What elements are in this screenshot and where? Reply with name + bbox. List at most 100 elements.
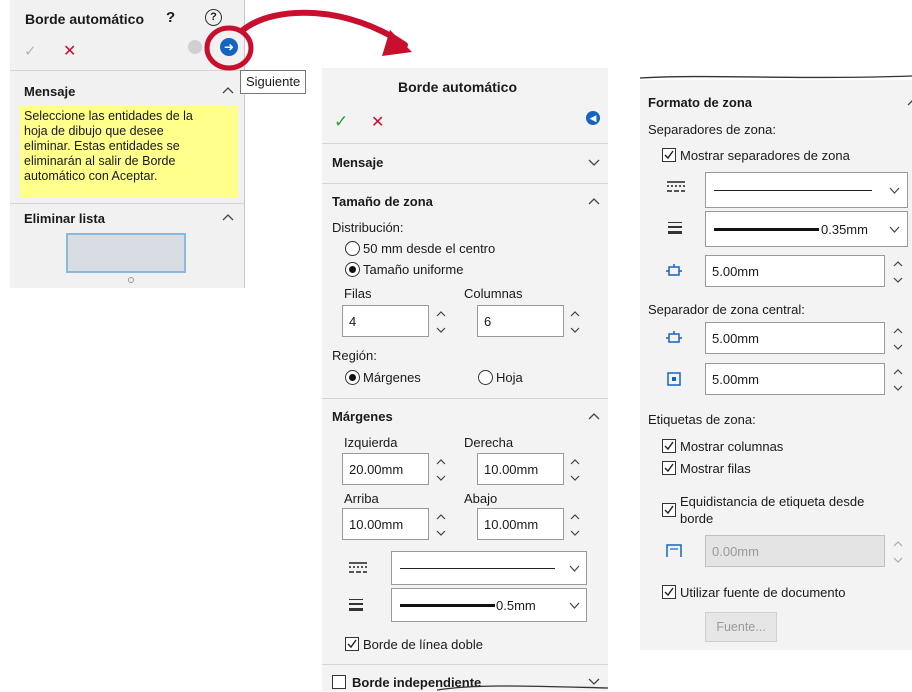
checkbox-label: Mostrar columnas bbox=[680, 439, 784, 454]
radio-margenes[interactable] bbox=[345, 370, 360, 385]
central-stepper-2[interactable] bbox=[891, 365, 905, 395]
central-value: 5.00mm bbox=[712, 330, 759, 346]
equidistancia-checkbox[interactable] bbox=[662, 503, 676, 517]
message-line: hoja de dibujo que desee bbox=[24, 124, 164, 138]
checkbox-label: Borde de línea doble bbox=[363, 637, 483, 652]
columnas-input[interactable]: 6 bbox=[477, 305, 564, 337]
columnas-label: Columnas bbox=[464, 286, 523, 301]
eliminar-lista-header[interactable]: Eliminar lista bbox=[24, 211, 105, 226]
mostrar-separadores-checkbox[interactable] bbox=[662, 148, 676, 162]
separator-size-input[interactable]: 5.00mm bbox=[705, 255, 885, 287]
radio-label: Márgenes bbox=[363, 370, 421, 385]
central-zone-icon bbox=[667, 372, 681, 386]
panel-title: Borde automático bbox=[398, 79, 518, 95]
arriba-input[interactable]: 10.00mm bbox=[342, 508, 429, 540]
derecha-stepper[interactable] bbox=[568, 455, 582, 485]
borde-independiente-checkbox[interactable] bbox=[332, 675, 346, 689]
delete-list-box[interactable] bbox=[66, 233, 186, 273]
region-label: Región: bbox=[332, 348, 377, 363]
line-weight-dropdown[interactable]: 0.5mm bbox=[391, 588, 587, 622]
derecha-input[interactable]: 10.00mm bbox=[477, 453, 564, 485]
radio-label: Hoja bbox=[496, 370, 523, 385]
izquierda-label: Izquierda bbox=[344, 435, 398, 450]
line-style-dropdown[interactable] bbox=[391, 551, 587, 585]
derecha-label: Derecha bbox=[464, 435, 514, 450]
checkbox-label: Utilizar fuente de documento bbox=[680, 585, 846, 600]
line-weight-icon bbox=[349, 599, 363, 611]
borde-doble-checkbox[interactable] bbox=[345, 637, 359, 651]
checkbox-label: borde bbox=[680, 511, 714, 526]
distribucion-label: Distribución: bbox=[332, 220, 404, 235]
cancel-x-icon[interactable]: ✕ bbox=[371, 112, 384, 132]
radio-hoja[interactable] bbox=[478, 370, 493, 385]
line-weight-value: 0.35mm bbox=[821, 222, 868, 237]
label-offset-stepper[interactable] bbox=[891, 537, 905, 567]
fuente-button-label: Fuente... bbox=[716, 620, 766, 634]
central-separator-icon bbox=[666, 331, 682, 345]
formato-zona-header[interactable]: Formato de zona bbox=[648, 95, 752, 110]
collapse-chevron-icon[interactable] bbox=[588, 412, 602, 426]
central-size-input-2[interactable]: 5.00mm bbox=[705, 363, 885, 395]
sep-line-style-dropdown[interactable] bbox=[705, 172, 908, 208]
abajo-value: 10.00mm bbox=[484, 516, 539, 532]
collapse-chevron-icon[interactable] bbox=[222, 213, 236, 227]
line-weight-value: 0.5mm bbox=[496, 598, 536, 613]
line-style-icon bbox=[349, 562, 367, 574]
separator-size-stepper[interactable] bbox=[891, 257, 905, 287]
panel-formato-zona: Formato de zona Separadores de zona: Mos… bbox=[640, 75, 912, 650]
arriba-stepper[interactable] bbox=[434, 510, 448, 540]
central-size-input-1[interactable]: 5.00mm bbox=[705, 322, 885, 354]
tamano-zona-header[interactable]: Tamaño de zona bbox=[332, 194, 433, 209]
message-line: eliminarán al salir de Borde bbox=[24, 154, 176, 168]
radio-tamano-uniforme[interactable] bbox=[345, 262, 360, 277]
fuente-documento-checkbox[interactable] bbox=[662, 585, 676, 599]
abajo-label: Abajo bbox=[464, 491, 498, 506]
mensaje-header[interactable]: Mensaje bbox=[332, 155, 383, 170]
filas-label: Filas bbox=[344, 286, 372, 301]
label-offset-input[interactable]: 0.00mm bbox=[705, 535, 885, 567]
collapse-chevron-icon[interactable] bbox=[907, 98, 912, 112]
torn-edge bbox=[640, 75, 912, 79]
message-line: automático con Aceptar. bbox=[24, 169, 158, 183]
derecha-value: 10.00mm bbox=[484, 461, 539, 477]
central-value: 5.00mm bbox=[712, 371, 759, 387]
checkbox-label: Equidistancia de etiqueta desde bbox=[680, 494, 865, 509]
arriba-value: 10.00mm bbox=[349, 516, 404, 532]
siguiente-tooltip: Siguiente bbox=[240, 70, 307, 94]
mostrar-columnas-checkbox[interactable] bbox=[662, 439, 676, 453]
radio-50mm-centro[interactable] bbox=[345, 241, 360, 256]
sep-line-weight-dropdown[interactable]: 0.35mm bbox=[705, 211, 908, 247]
columnas-value: 6 bbox=[484, 313, 492, 329]
radio-label: Tamaño uniforme bbox=[363, 262, 464, 277]
separator-size-icon bbox=[666, 264, 682, 278]
resize-handle[interactable] bbox=[128, 277, 134, 283]
expand-chevron-icon[interactable] bbox=[588, 159, 602, 173]
panel-borde-automatico: Borde automático ✓ ✕ ◀ Mensaje Tamaño de… bbox=[322, 68, 608, 691]
filas-stepper[interactable] bbox=[434, 307, 448, 337]
label-offset-value: 0.00mm bbox=[712, 543, 759, 559]
columnas-stepper[interactable] bbox=[568, 307, 582, 337]
ok-check-icon[interactable]: ✓ bbox=[334, 112, 348, 132]
filas-input[interactable]: 4 bbox=[342, 305, 429, 337]
separadores-label: Separadores de zona: bbox=[648, 122, 776, 137]
abajo-input[interactable]: 10.00mm bbox=[477, 508, 564, 540]
line-weight-icon bbox=[668, 222, 682, 234]
margenes-header[interactable]: Márgenes bbox=[332, 409, 393, 424]
mostrar-filas-checkbox[interactable] bbox=[662, 461, 676, 475]
central-label: Separador de zona central: bbox=[648, 302, 805, 317]
abajo-stepper[interactable] bbox=[568, 510, 582, 540]
arriba-label: Arriba bbox=[344, 491, 379, 506]
tooltip-text: Siguiente bbox=[246, 74, 301, 89]
central-stepper-1[interactable] bbox=[891, 324, 905, 354]
collapse-chevron-icon[interactable] bbox=[588, 197, 602, 211]
line-style-icon bbox=[667, 181, 685, 193]
izquierda-input[interactable]: 20.00mm bbox=[342, 453, 429, 485]
fuente-button[interactable]: Fuente... bbox=[705, 612, 777, 642]
izquierda-stepper[interactable] bbox=[434, 455, 448, 485]
label-offset-icon bbox=[666, 544, 682, 558]
back-arrow-icon[interactable]: ◀ bbox=[586, 111, 600, 125]
separator-size-value: 5.00mm bbox=[712, 263, 759, 279]
message-line: eliminar. Estas entidades se bbox=[24, 139, 180, 153]
filas-value: 4 bbox=[349, 313, 357, 329]
checkbox-label: Mostrar separadores de zona bbox=[680, 148, 850, 163]
